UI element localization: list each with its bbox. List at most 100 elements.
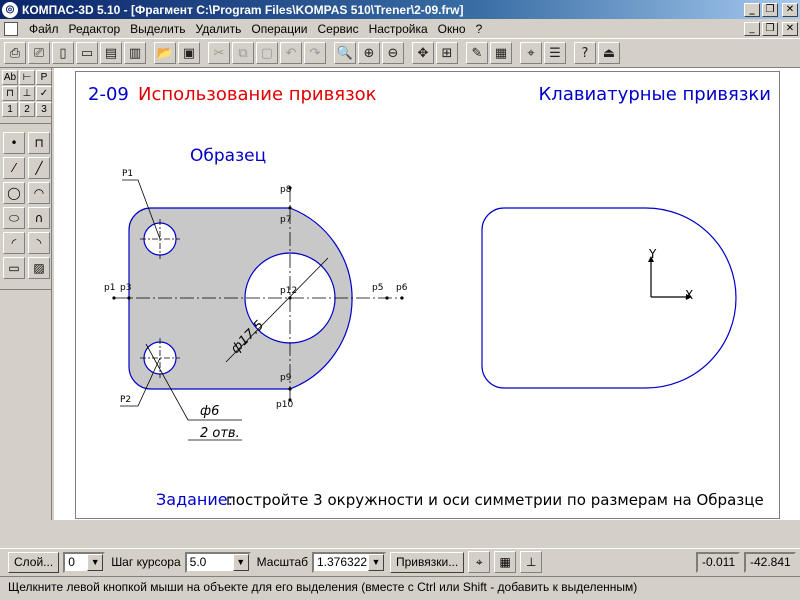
point-label-p1: p1 [104,283,115,293]
window-title: КОМПАС-3D 5.10 - [Фрагмент C:\Program Fi… [22,2,464,17]
redo-button[interactable]: ↷ [304,42,326,64]
menu-select[interactable]: Выделить [125,22,190,36]
menu-file[interactable]: Файл [24,22,64,36]
fillet-tool[interactable]: ◜ [3,232,25,254]
circle-tool[interactable]: ◯ [3,182,25,204]
tab-page-1[interactable]: 1 [2,102,18,117]
menu-settings[interactable]: Настройка [364,22,433,36]
drawing-svg[interactable]: p1 p3 p5 p6 p7 p8 p9 p10 p12 P1 P2 ф17.5… [76,72,781,520]
zoom-out-button[interactable]: ⊖ [382,42,404,64]
scale-value: 1.376322 [317,555,368,569]
hatch-tool[interactable]: ▨ [28,257,50,279]
drawing-canvas[interactable]: 2-09 Использование привязок Клавиатурные… [54,68,800,520]
cut-button[interactable]: ✂ [208,42,230,64]
doc-restore-button[interactable]: ❐ [762,21,778,36]
ortho-icon[interactable]: ⊥ [520,551,543,573]
grid-icon[interactable]: ▦ [494,551,517,573]
tab-select[interactable]: ✓ [36,86,52,101]
scale-label: Масштаб [256,555,308,569]
coord-y: -42.841 [744,551,796,573]
menu-delete[interactable]: Удалить [191,22,247,36]
kompas-logo-icon: ◎ [2,1,18,18]
hint-text: Щелкните левой кнопкой мыши на объекте д… [0,576,800,598]
chamfer-tool[interactable]: ◝ [28,232,50,254]
rectangle-tool[interactable]: ▭ [3,257,25,279]
task-text: постройте 3 окружности и оси симметрии п… [226,491,764,509]
target-part-outline[interactable] [481,207,737,389]
menu-window[interactable]: Окно [433,22,471,36]
segment-tool[interactable]: ⁄ [3,157,25,179]
new-spec-button[interactable]: ▥ [124,42,146,64]
library-button[interactable]: ☰ [544,42,566,64]
scale-combo[interactable]: 1.376322 ▼ [312,551,386,573]
minimize-button[interactable]: _ [744,2,760,17]
measure-button[interactable]: ⌖ [520,42,542,64]
tab-designations[interactable]: Ab [2,70,18,85]
new-file-button[interactable]: ▯ [52,42,74,64]
zoom-in-button[interactable]: ⊕ [358,42,380,64]
doc-close-button[interactable]: ✕ [782,21,798,36]
save-button[interactable]: ▣ [178,42,200,64]
open-button[interactable]: 📂 [154,42,176,64]
aux-line-tool[interactable]: ╱ [28,157,50,179]
print-preview-button[interactable]: ⎙ [4,42,26,64]
zoom-button[interactable]: 🔍 [334,42,356,64]
new-fragment-button[interactable]: ▭ [76,42,98,64]
arc-tool[interactable]: ◠ [28,182,50,204]
axis-y-label: Y [648,247,657,261]
tab-editing[interactable]: ⊓ [2,86,18,101]
chevron-down-icon[interactable]: ▼ [368,553,384,571]
bezier-tool[interactable]: ∩ [28,207,50,229]
document-menu-icon[interactable] [4,21,18,36]
menu-editor[interactable]: Редактор [64,22,126,36]
ellipse-tool[interactable]: ⬭ [3,207,25,229]
menu-help[interactable]: ? [471,22,488,36]
layer-button[interactable]: Слой... [8,551,60,573]
geometry-tools: • ⊓ ⁄ ╱ ◯ ◠ ⬭ ∩ ◜ ◝ ▭ ▨ [0,123,51,283]
close-button[interactable]: ✕ [782,2,798,17]
step-value: 5.0 [189,555,207,569]
print-button[interactable]: ⎚ [28,42,50,64]
undo-button[interactable]: ↶ [280,42,302,64]
doc-minimize-button[interactable]: _ [744,21,760,36]
callout-p2: P2 [120,395,131,405]
layer-value: 0 [68,555,75,569]
coord-x: -0.011 [696,551,740,573]
new-document-button[interactable]: ▤ [100,42,122,64]
main-toolbar: ⎙ ⎚ ▯ ▭ ▤ ▥ 📂 ▣ ✂ ⧉ ▢ ↶ ↷ 🔍 ⊕ ⊖ ✥ ⊞ ✎ ▦ … [0,38,800,68]
chevron-down-icon[interactable]: ▼ [87,553,104,571]
tab-page-2[interactable]: 2 [19,102,35,117]
axis-x-label: X [685,288,693,302]
exit-button[interactable]: ⏏ [598,42,620,64]
menu-service[interactable]: Сервис [313,22,364,36]
restore-button[interactable]: ❐ [762,2,778,17]
menu-operations[interactable]: Операции [246,22,312,36]
tab-dimensions[interactable]: ⊢ [19,70,35,85]
help-button[interactable]: ? [574,42,596,64]
copy-button[interactable]: ⧉ [232,42,254,64]
tab-parametrization[interactable]: P [36,70,52,85]
snap-toggle-icon[interactable]: ⌖ [468,551,491,573]
callout-p1: P1 [122,169,133,179]
chevron-down-icon[interactable]: ▼ [232,553,249,571]
snaps-button[interactable]: Привязки... [390,551,465,573]
tab-measure[interactable]: ⊥ [19,86,35,101]
polyline-tool[interactable]: ⊓ [28,132,50,154]
point-label-p5: p5 [372,283,383,293]
point-label-p9: p9 [280,373,292,383]
point-label-p12: p12 [280,286,297,296]
point-label-p8: p8 [280,185,292,195]
pan-button[interactable]: ✥ [412,42,434,64]
zoom-all-button[interactable]: ⊞ [436,42,458,64]
tab-page-3[interactable]: 3 [36,102,52,117]
layers-button[interactable]: ▦ [490,42,512,64]
layer-combo[interactable]: 0 ▼ [63,551,106,573]
task-label: Задание: [156,490,234,509]
left-tool-panel: Ab ⊢ P ⊓ ⊥ ✓ 1 2 3 • ⊓ ⁄ ╱ ◯ ◠ ⬭ ∩ ◜ ◝ ▭… [0,68,52,520]
step-combo[interactable]: 5.0 ▼ [184,551,251,573]
point-tool[interactable]: • [3,132,25,154]
regenerate-button[interactable]: ✎ [466,42,488,64]
menu-bar: Файл Редактор Выделить Удалить Операции … [0,19,800,38]
paste-button[interactable]: ▢ [256,42,278,64]
sheet-frame: 2-09 Использование привязок Клавиатурные… [75,71,780,519]
